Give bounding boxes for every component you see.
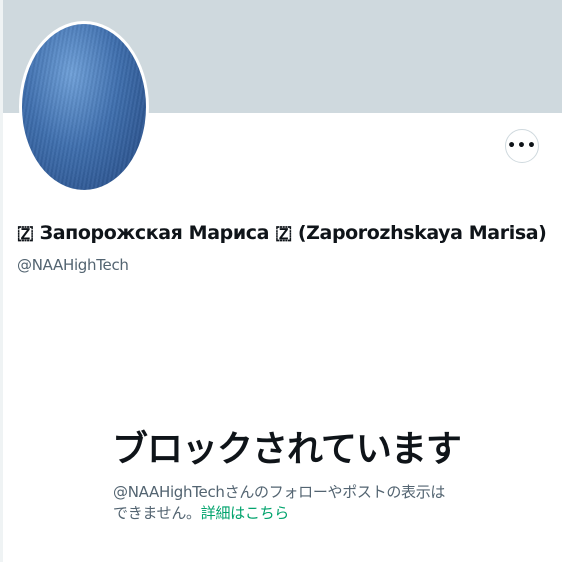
avatar[interactable] (19, 21, 149, 193)
blocked-title: ブロックされています (112, 429, 462, 470)
profile-display-name: 🇿 Запорожская Мариса 🇿 (Zaporozhskaya Ma… (17, 222, 547, 244)
learn-more-link[interactable]: 詳細はこちら (201, 504, 290, 522)
blocked-description: @NAAHighTechさんのフォローやポストの表示はできません。詳細はこちら (113, 482, 458, 524)
more-horizontal-icon: ••• (507, 138, 537, 154)
more-options-button[interactable]: ••• (505, 129, 539, 163)
profile-handle: @NAAHighTech (17, 256, 129, 274)
